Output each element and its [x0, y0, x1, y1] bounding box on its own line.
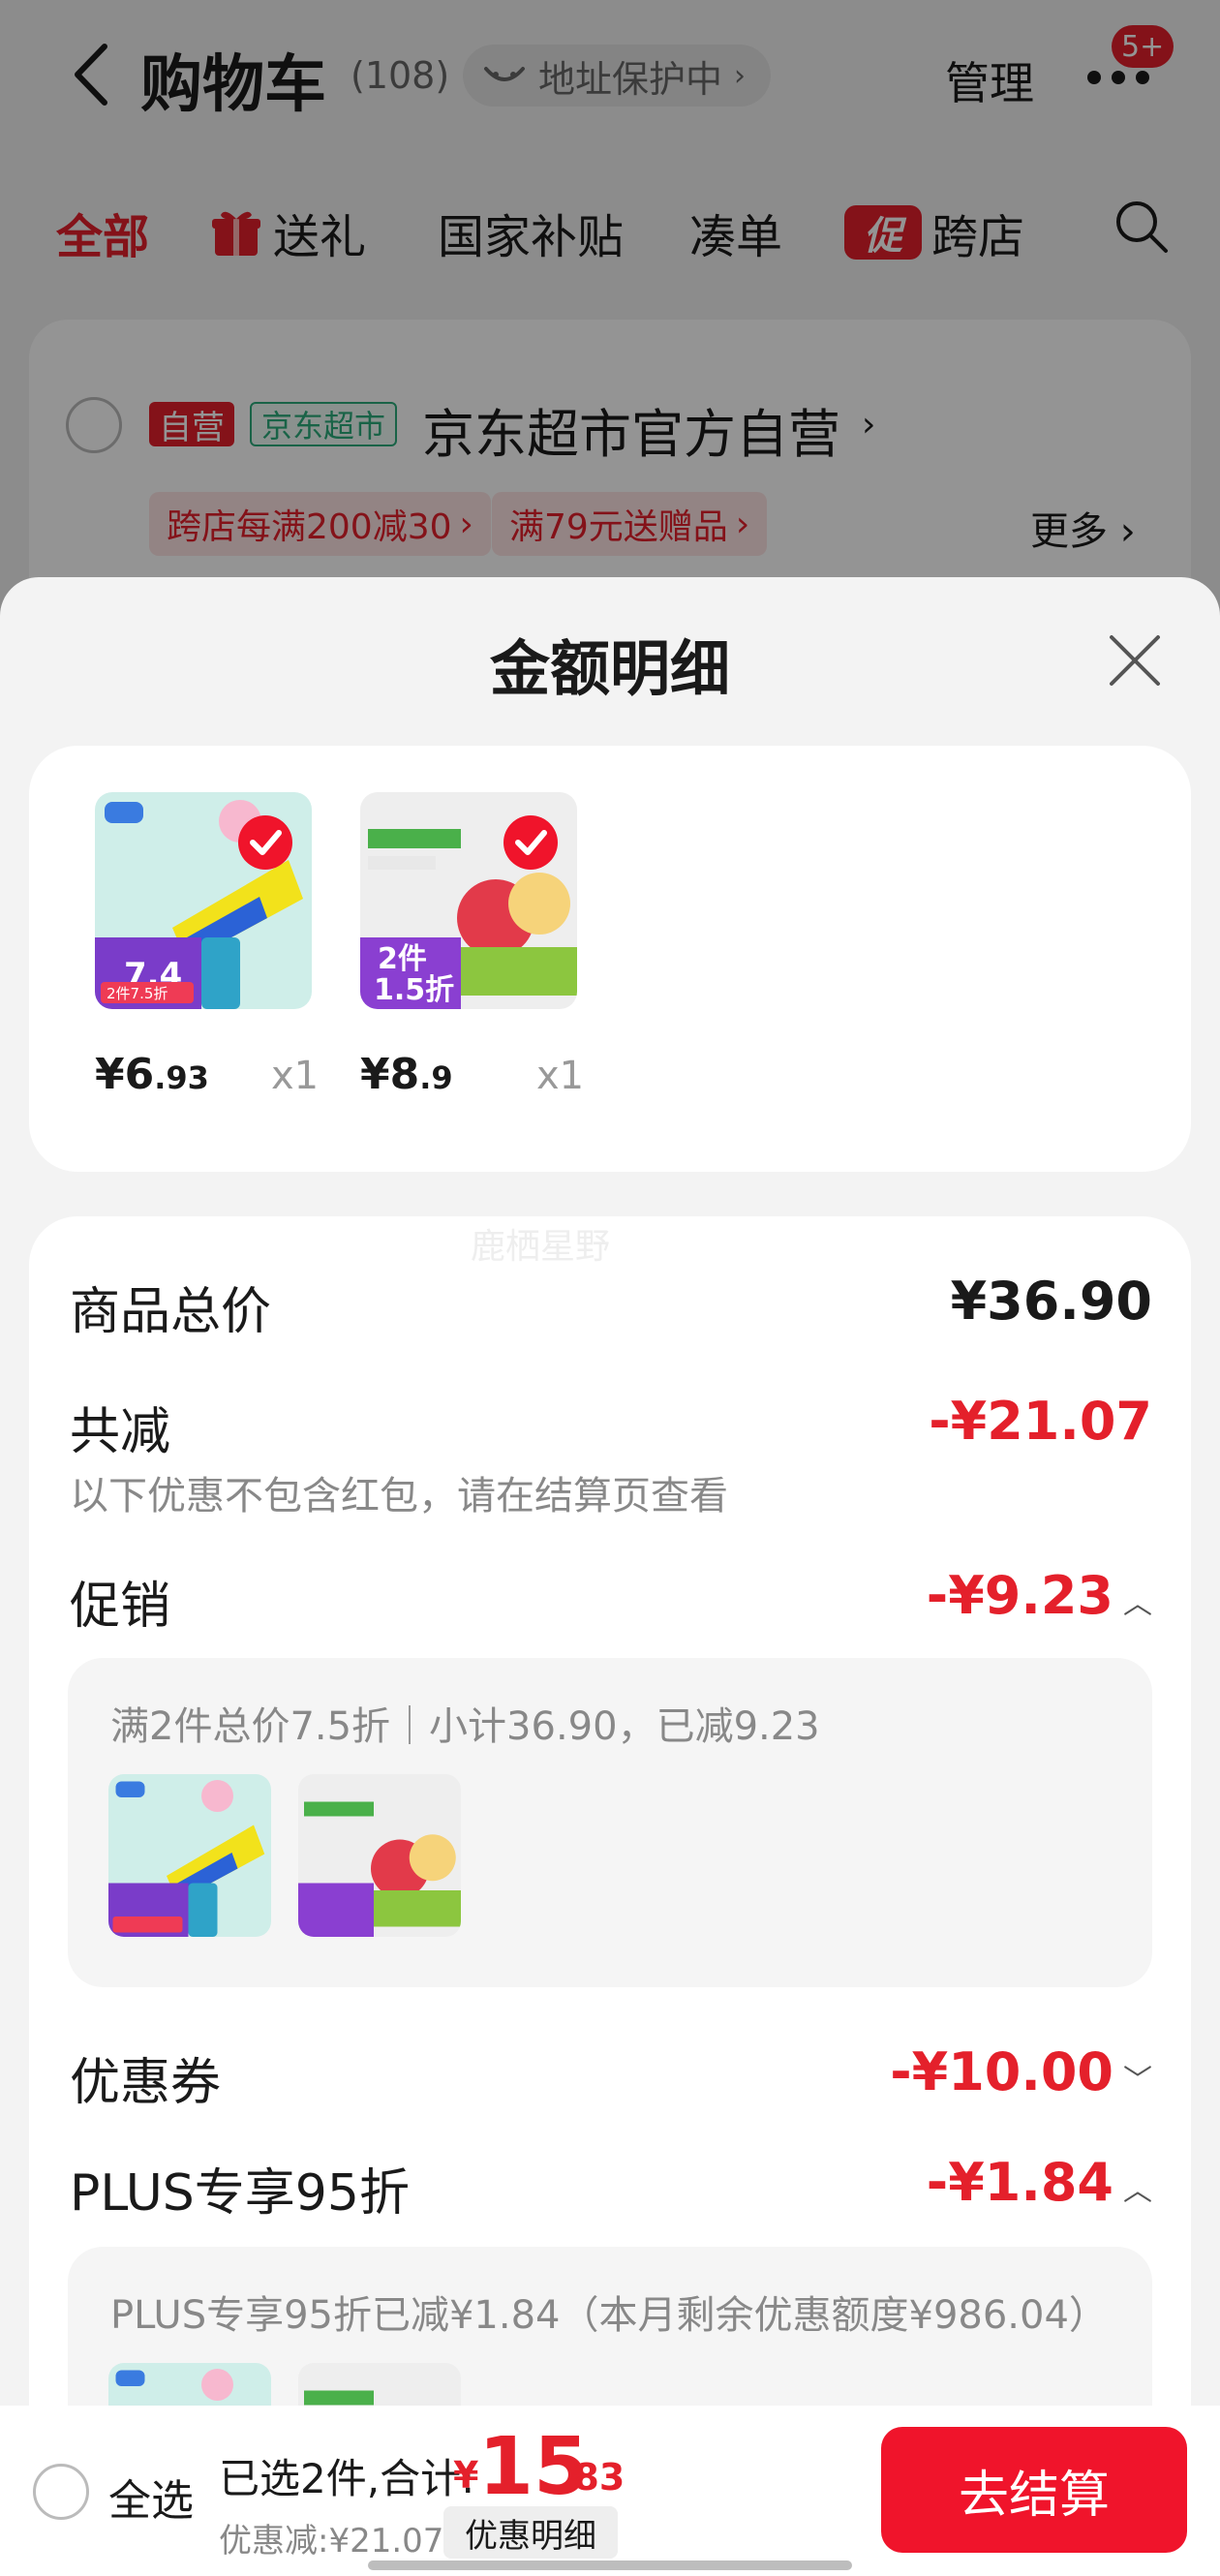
- thumb-badge-text: 2件: [378, 942, 427, 976]
- coupon-label: 优惠券: [70, 2054, 222, 2112]
- promotion-product-thumbnail: [108, 1774, 271, 1937]
- coupon-toggle[interactable]: -¥10.00 ﹀: [890, 2041, 1152, 2102]
- thumb-tag-text: 2件7.5折: [107, 985, 168, 1002]
- promotion-detail-text: 满2件总价7.5折｜小计36.90，已减9.23: [110, 1704, 820, 1749]
- promotion-toggle[interactable]: -¥9.23 ︿: [927, 1565, 1152, 1626]
- item-price: ¥8.9: [360, 1050, 453, 1099]
- checkout-bar: 全选 已选2件,合计: ¥ 15 .83 优惠减:¥21.07 优惠明细 去结算: [0, 2406, 1220, 2576]
- item-price: ¥6.93: [95, 1050, 209, 1099]
- product-image-icon: [298, 1774, 461, 1937]
- selected-summary-label: 已选2件,合计:: [219, 2455, 475, 2502]
- product-thumbnail[interactable]: 2件 1.5折: [360, 792, 577, 1009]
- item-price-int: ¥6: [95, 1050, 155, 1099]
- chevron-up-icon: ︿: [1123, 2174, 1152, 2208]
- promotion-value: -¥9.23: [926, 1565, 1113, 1626]
- item-price-int: ¥8: [360, 1050, 420, 1099]
- item-price-dec: .9: [419, 1059, 453, 1096]
- promotion-detail-box: 满2件总价7.5折｜小计36.90，已减9.23: [68, 1658, 1152, 1987]
- plus-discount-label: PLUS专享95折: [70, 2164, 410, 2223]
- plus-detail-text: PLUS专享95折已减¥1.84（本月剩余优惠额度¥986.04）: [110, 2293, 1108, 2338]
- total-amount-dec: .83: [560, 2456, 625, 2499]
- select-all-label[interactable]: 全选: [108, 2466, 194, 2528]
- reduction-note: 以下优惠不包含红包，请在结算页查看: [70, 1474, 728, 1518]
- check-selected-icon: [238, 815, 292, 870]
- promotion-product-thumbnail: [298, 1774, 461, 1937]
- check-selected-icon: [503, 815, 558, 870]
- item-price-dec: .93: [154, 1059, 209, 1096]
- total-currency: ¥: [453, 2454, 479, 2497]
- amount-detail-sheet: 金额明细 7.4 2件7.5折 2件 1.5折 ¥6.93 x1 ¥8.9 x1…: [0, 577, 1220, 2576]
- sheet-title: 金额明细: [489, 633, 730, 704]
- chevron-up-icon: ︿: [1123, 1587, 1152, 1621]
- chevron-down-icon: ﹀: [1123, 2064, 1152, 2098]
- total-reduction-label: 共减: [70, 1403, 171, 1461]
- discount-detail-button[interactable]: 优惠明细: [443, 2506, 618, 2559]
- coupon-value: -¥10.00: [890, 2041, 1113, 2102]
- product-image-icon: [108, 1774, 271, 1937]
- thumb-tag-text: 1.5折: [374, 973, 454, 1007]
- total-reduction-value: -¥21.07: [929, 1391, 1152, 1452]
- select-all-radio[interactable]: [33, 2464, 89, 2520]
- home-indicator[interactable]: [368, 2561, 852, 2570]
- item-quantity: x1: [536, 1054, 585, 1098]
- plus-discount-toggle[interactable]: -¥1.84 ︿: [927, 2152, 1152, 2213]
- product-thumbnail[interactable]: 7.4 2件7.5折: [95, 792, 312, 1009]
- item-quantity: x1: [271, 1054, 320, 1098]
- plus-discount-value: -¥1.84: [926, 2152, 1113, 2213]
- close-icon[interactable]: [1106, 631, 1164, 690]
- watermark: 鹿栖星野: [471, 1227, 611, 1267]
- selected-items-card: 7.4 2件7.5折 2件 1.5折 ¥6.93 x1 ¥8.9 x1: [29, 746, 1191, 1172]
- promotion-label: 促销: [70, 1578, 171, 1636]
- discount-note: 优惠减:¥21.07: [219, 2522, 444, 2561]
- total-price-label: 商品总价: [70, 1283, 272, 1341]
- total-price-value: ¥36.90: [950, 1271, 1152, 1332]
- checkout-button[interactable]: 去结算: [881, 2427, 1187, 2553]
